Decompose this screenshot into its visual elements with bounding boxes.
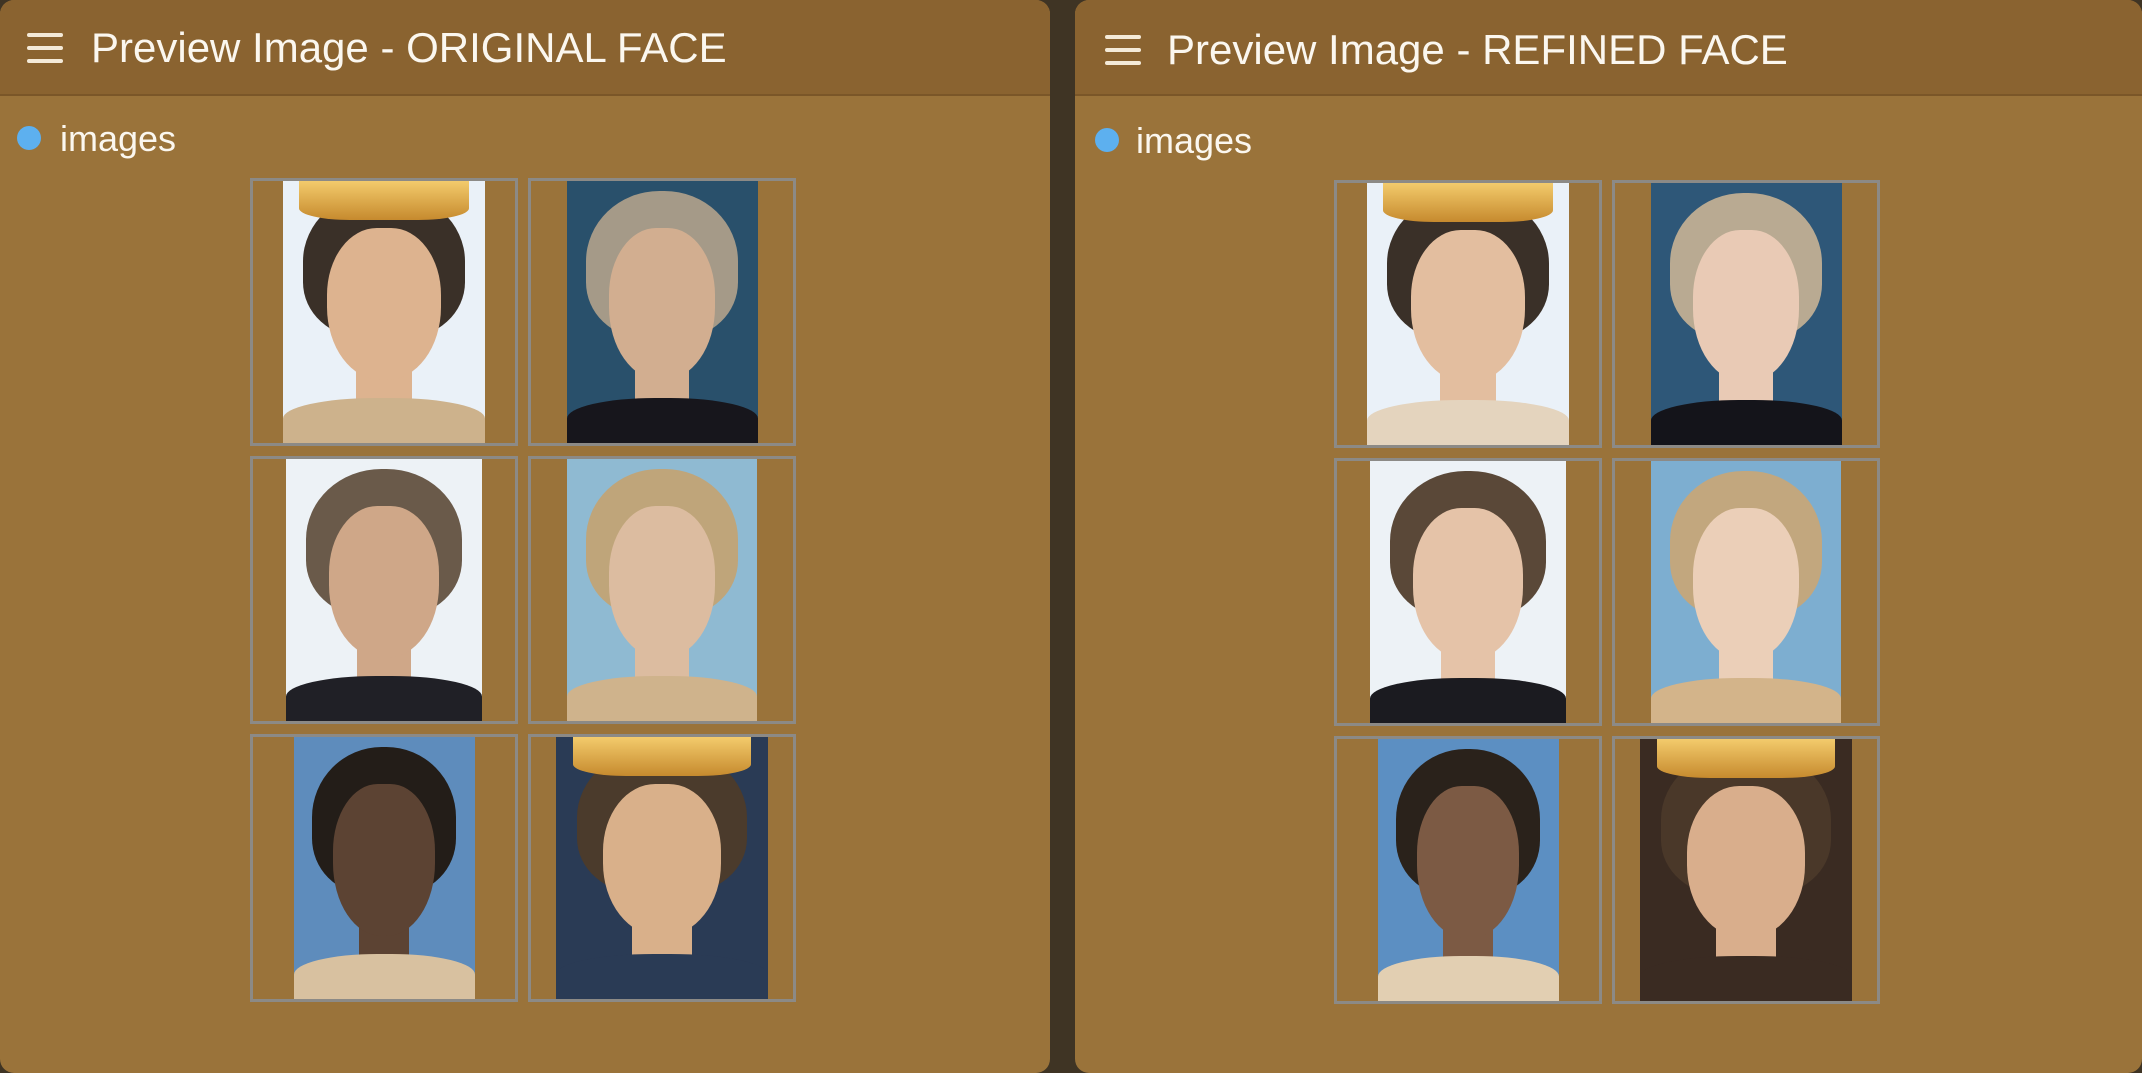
image-grid (1334, 180, 1880, 1004)
face-skin-shape (1411, 230, 1525, 383)
face-skin-shape (608, 506, 716, 659)
clothing-shape (1650, 400, 1842, 445)
crown-shape (299, 181, 469, 221)
face-image (566, 181, 758, 443)
output-slot-label: images (60, 118, 177, 159)
crown-shape (572, 737, 752, 777)
face-skin-shape (329, 506, 439, 659)
face-image (283, 181, 485, 443)
face-skin-shape (1692, 508, 1800, 661)
face-skin-shape (602, 784, 722, 937)
clothing-shape (293, 954, 475, 999)
output-slot-dot[interactable] (1095, 128, 1119, 152)
image-thumbnail[interactable] (1612, 180, 1880, 448)
clothing-shape (1377, 956, 1559, 1001)
face-skin-shape (1417, 786, 1519, 939)
face-image (1650, 183, 1842, 445)
face-image (1640, 739, 1852, 1001)
clothing-shape (283, 398, 485, 443)
face-skin-shape (333, 784, 435, 937)
clothing-shape (1367, 400, 1569, 445)
face-skin-shape (327, 228, 441, 381)
node-header[interactable]: Preview Image - ORIGINAL FACE (0, 0, 1050, 96)
image-thumbnail[interactable] (1334, 180, 1602, 448)
image-thumbnail[interactable] (250, 456, 518, 724)
face-image (293, 737, 475, 999)
clothing-shape (1640, 956, 1852, 1001)
node-title: Preview Image - REFINED FACE (1167, 26, 1788, 73)
clothing-shape (1370, 678, 1566, 723)
output-slot-label: images (1136, 120, 1253, 161)
crown-shape (1656, 739, 1836, 779)
image-thumbnail[interactable] (528, 178, 796, 446)
face-image (1370, 461, 1566, 723)
clothing-shape (566, 398, 758, 443)
face-skin-shape (1692, 230, 1800, 383)
node-title: Preview Image - ORIGINAL FACE (91, 24, 727, 71)
clothing-shape (1651, 678, 1841, 723)
image-thumbnail[interactable] (250, 178, 518, 446)
node-header[interactable]: Preview Image - REFINED FACE (1075, 0, 2142, 96)
face-image (1367, 183, 1569, 445)
image-thumbnail[interactable] (1334, 736, 1602, 1004)
preview-image-node-refined[interactable]: Preview Image - REFINED FACE images (1075, 0, 2142, 1073)
hamburger-menu-icon[interactable] (1105, 35, 1141, 65)
image-thumbnail[interactable] (1612, 736, 1880, 1004)
clothing-shape (286, 676, 482, 721)
face-image (556, 737, 768, 999)
clothing-shape (556, 954, 768, 999)
image-thumbnail[interactable] (528, 734, 796, 1002)
image-grid (250, 178, 796, 1002)
output-slot-dot[interactable] (17, 126, 41, 150)
image-thumbnail[interactable] (1334, 458, 1602, 726)
image-thumbnail[interactable] (1612, 458, 1880, 726)
hamburger-menu-icon[interactable] (27, 33, 63, 63)
image-thumbnail[interactable] (528, 456, 796, 724)
image-thumbnail[interactable] (250, 734, 518, 1002)
crown-shape (1383, 183, 1553, 223)
clothing-shape (567, 676, 757, 721)
face-image (1377, 739, 1559, 1001)
face-image (1651, 461, 1841, 723)
face-image (567, 459, 757, 721)
face-image (286, 459, 482, 721)
preview-image-node-original[interactable]: Preview Image - ORIGINAL FACE images (0, 0, 1050, 1073)
face-skin-shape (1686, 786, 1806, 939)
face-skin-shape (608, 228, 716, 381)
face-skin-shape (1413, 508, 1523, 661)
